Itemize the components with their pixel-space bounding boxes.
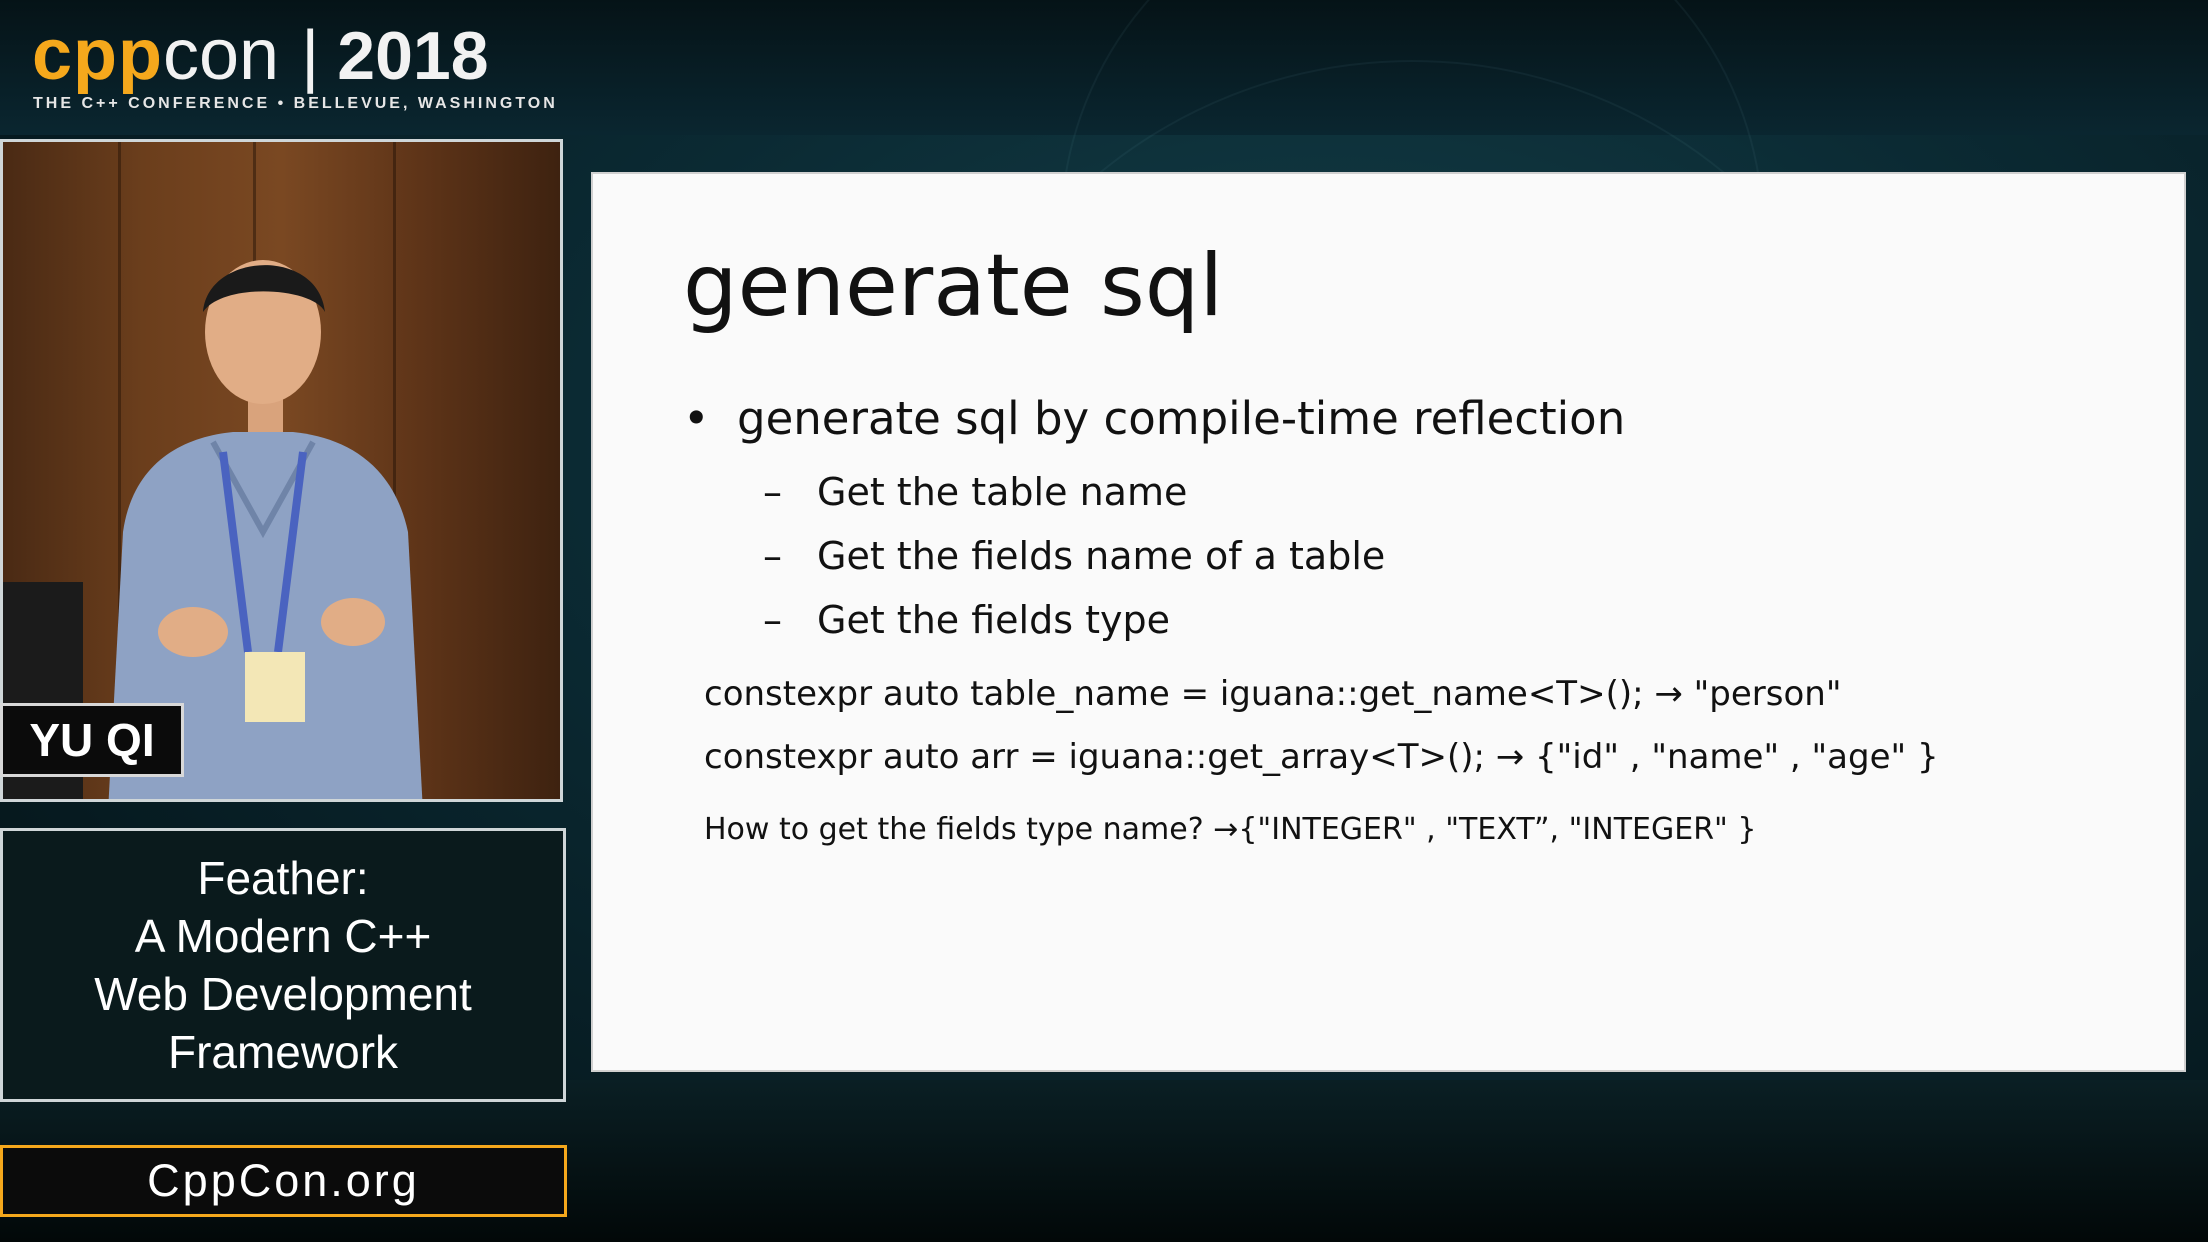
cppcon-logo: cppcon | 2018 — [32, 14, 489, 95]
talk-title-line: Web Development — [94, 968, 472, 1020]
sub-bullet-text: Get the fields type — [817, 598, 1171, 642]
website-link[interactable]: CppCon.org — [0, 1145, 567, 1217]
talk-title-line: A Modern C++ — [134, 910, 432, 962]
sub-bullet-marker: – — [763, 534, 782, 578]
code-line-table-name: constexpr auto table_name = iguana::get_… — [704, 674, 1842, 714]
slide-question: How to get the fields type name? →{"INTE… — [704, 812, 1757, 847]
slide-bullet: • generate sql by compile-time reflection — [683, 392, 1625, 445]
talk-title-line: Framework — [167, 1026, 399, 1078]
code-line-array: constexpr auto arr = iguana::get_array<T… — [704, 737, 1939, 777]
speaker-name-tag: YU QI — [0, 703, 184, 777]
conference-tagline: THE C++ CONFERENCE • BELLEVUE, WASHINGTO… — [33, 95, 558, 112]
slide-title: generate sql — [683, 236, 1224, 336]
bullet-text: generate sql by compile-time reflection — [737, 392, 1626, 445]
sub-bullet: – Get the fields name of a table — [763, 534, 1385, 578]
sub-bullet: – Get the fields type — [763, 598, 1170, 642]
sub-bullet-text: Get the fields name of a table — [817, 534, 1386, 578]
logo-con: con — [163, 15, 280, 95]
talk-title-box: Feather: A Modern C++ Web Development Fr… — [0, 828, 566, 1102]
presentation-slide: generate sql • generate sql by compile-ti… — [593, 174, 2184, 1070]
logo-year: 2018 — [337, 18, 489, 94]
talk-title-line: Feather: — [197, 852, 369, 904]
bullet-marker: • — [683, 392, 710, 445]
sub-bullet: – Get the table name — [763, 470, 1187, 514]
logo-cpp: cpp — [32, 15, 164, 95]
sub-bullet-marker: – — [763, 598, 782, 642]
logo-separator: | — [301, 16, 320, 94]
sub-bullet-text: Get the table name — [817, 470, 1188, 514]
sub-bullet-marker: – — [763, 470, 782, 514]
